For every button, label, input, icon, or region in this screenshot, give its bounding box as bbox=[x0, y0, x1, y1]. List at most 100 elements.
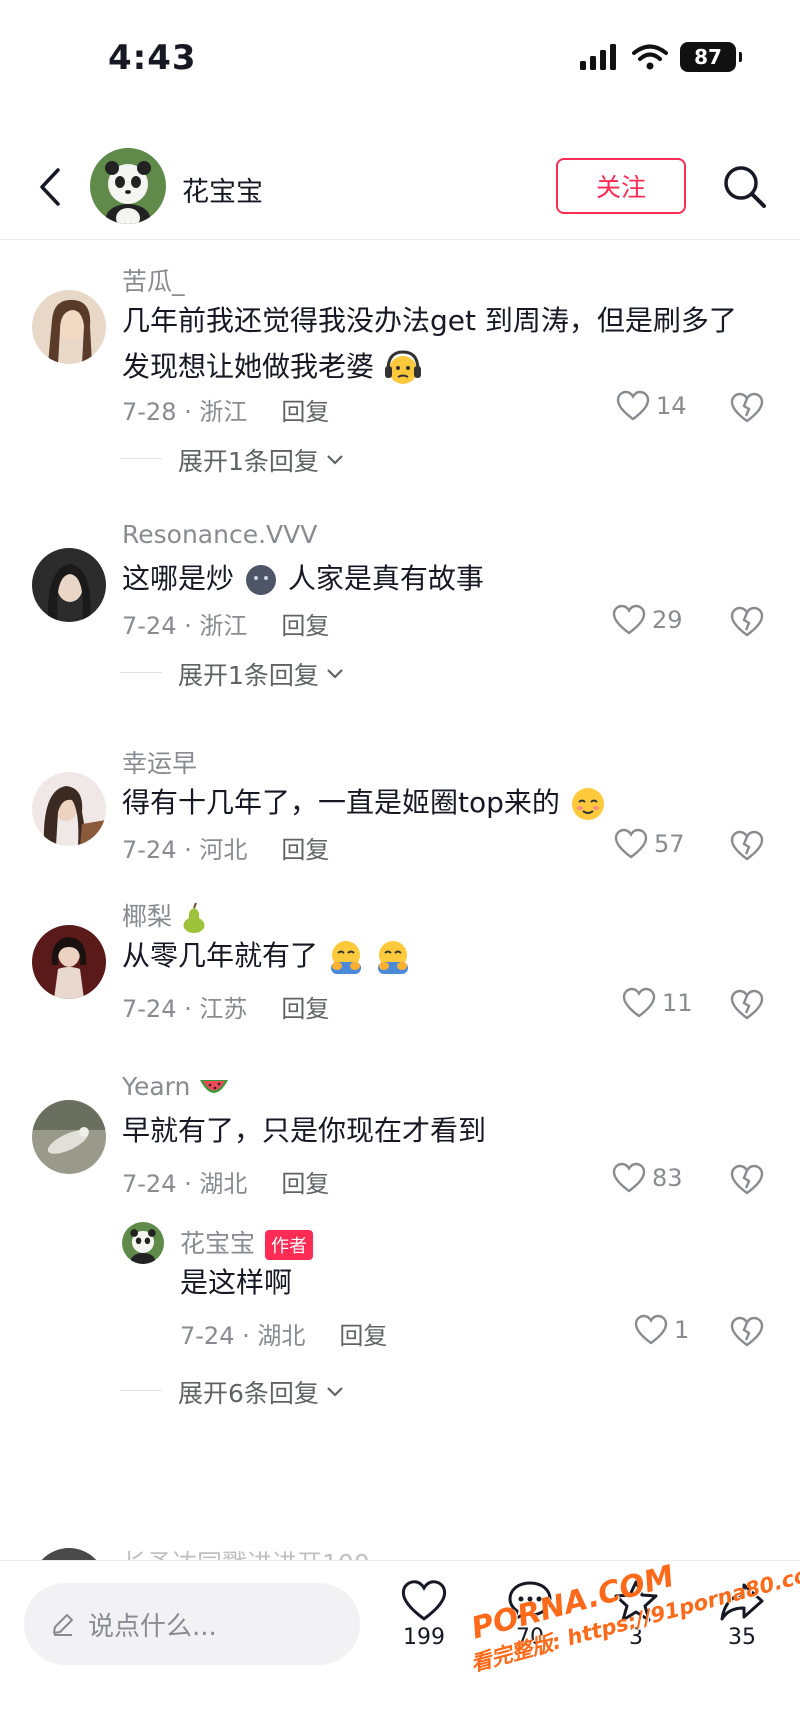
dislike-button[interactable] bbox=[730, 606, 764, 642]
comment-text-body: 早就有了，只是你现在才看到 bbox=[122, 1114, 487, 1147]
comment-meta: 7-28 · 浙江 回复 bbox=[122, 392, 329, 427]
signal-icon bbox=[580, 44, 616, 70]
comments-button[interactable]: 70 bbox=[490, 1579, 570, 1650]
like-button[interactable]: 29 bbox=[612, 604, 683, 636]
comment-meta: 7-24 · 江苏 回复 bbox=[122, 989, 329, 1024]
comment-date: 7-28 · 浙江 bbox=[122, 398, 248, 426]
comment-text-body: 得有十几年了，一直是姬圈top来的 bbox=[122, 786, 560, 819]
avatar[interactable] bbox=[32, 548, 106, 622]
reply-button[interactable]: 回复 bbox=[281, 989, 329, 1024]
heart-outline-icon bbox=[614, 828, 648, 859]
wifi-icon bbox=[632, 44, 668, 70]
expand-replies-label: 展开6条回复 bbox=[178, 1379, 319, 1408]
heart-outline-icon bbox=[616, 390, 650, 421]
dislike-button[interactable] bbox=[730, 1164, 764, 1200]
comment-username[interactable]: 幸运早 bbox=[122, 744, 197, 780]
user-avatar-image bbox=[32, 772, 106, 846]
comment-text-body: 从零几年就有了 bbox=[122, 939, 319, 972]
dislike-button[interactable] bbox=[730, 1316, 764, 1352]
user-avatar-image bbox=[32, 925, 106, 999]
avatar[interactable] bbox=[122, 1222, 164, 1264]
back-button[interactable] bbox=[30, 162, 70, 212]
comment-text-body: 这哪是炒 bbox=[122, 562, 235, 595]
follow-button[interactable]: 关注 bbox=[556, 158, 686, 214]
avatar[interactable] bbox=[32, 925, 106, 999]
comment-count: 70 bbox=[516, 1625, 544, 1650]
pencil-icon bbox=[53, 1614, 73, 1636]
share-button[interactable]: 35 bbox=[702, 1579, 782, 1650]
broken-heart-icon bbox=[730, 1316, 764, 1347]
heart-outline-icon bbox=[634, 1314, 668, 1345]
star-outline-icon bbox=[614, 1580, 658, 1622]
comment-username-text: Yearn bbox=[122, 1072, 191, 1101]
reply-button[interactable]: 回复 bbox=[281, 830, 329, 865]
reply-username[interactable]: 花宝宝 作者 bbox=[180, 1224, 314, 1260]
like-count: 14 bbox=[656, 392, 687, 420]
shy-smile-emoji-icon bbox=[571, 788, 604, 820]
user-avatar-image bbox=[32, 548, 106, 622]
comment-username[interactable]: 椰梨 bbox=[122, 897, 208, 934]
search-button[interactable] bbox=[720, 162, 770, 212]
comment-text: 从零几年就有了 bbox=[122, 933, 762, 979]
favorite-count: 3 bbox=[629, 1625, 643, 1650]
dislike-button[interactable] bbox=[730, 989, 764, 1025]
favorite-button[interactable]: 3 bbox=[596, 1579, 676, 1650]
like-video-button[interactable]: 199 bbox=[384, 1579, 464, 1650]
reply-button[interactable]: 回复 bbox=[281, 1164, 329, 1199]
comment-username[interactable]: 长矛达同戳进进开100 bbox=[122, 1544, 370, 1560]
author-avatar[interactable] bbox=[90, 148, 166, 224]
pear-emoji-icon bbox=[183, 902, 205, 933]
like-count: 83 bbox=[652, 1164, 683, 1192]
expand-replies-button[interactable]: 展开6条回复 bbox=[120, 1374, 345, 1410]
avatar[interactable] bbox=[32, 772, 106, 846]
like-count: 1 bbox=[674, 1316, 690, 1344]
comment-username-text: 椰梨 bbox=[122, 902, 173, 931]
broken-heart-icon bbox=[730, 830, 764, 861]
like-button[interactable]: 57 bbox=[614, 828, 685, 860]
video-like-count: 199 bbox=[403, 1625, 445, 1650]
like-button[interactable]: 83 bbox=[612, 1162, 683, 1194]
like-count: 57 bbox=[654, 830, 685, 858]
like-button[interactable]: 14 bbox=[616, 390, 687, 422]
comment-username[interactable]: Resonance.VVV bbox=[122, 520, 317, 549]
header: 花宝宝 关注 bbox=[0, 140, 800, 240]
user-avatar-image bbox=[32, 1100, 106, 1174]
reply-button[interactable]: 回复 bbox=[281, 606, 329, 641]
divider bbox=[120, 672, 162, 673]
like-button[interactable]: 11 bbox=[622, 987, 693, 1019]
comment-list[interactable]: 苦瓜_ 几年前我还觉得我没办法get 到周涛，但是刷多了发现想让她做我老婆 7-… bbox=[0, 240, 800, 1560]
broken-heart-icon bbox=[730, 989, 764, 1020]
comment-text-body-2: 人家是真有故事 bbox=[287, 562, 484, 595]
avatar[interactable] bbox=[32, 1548, 106, 1560]
comment-username[interactable]: 苦瓜_ bbox=[122, 262, 185, 298]
author-name[interactable]: 花宝宝 bbox=[182, 170, 263, 209]
comment-username[interactable]: Yearn bbox=[122, 1072, 230, 1101]
comment-text-body: 几年前我还觉得我没办法get 到周涛，但是刷多了发现想让她做我老婆 bbox=[122, 304, 737, 383]
avatar[interactable] bbox=[32, 290, 106, 364]
comment-item: 椰梨 从零几年就有了 7-24 · 江苏 回复 11 bbox=[0, 902, 800, 1080]
status-bar: 4:43 87 bbox=[0, 0, 800, 110]
user-avatar-image bbox=[32, 290, 106, 364]
share-count: 35 bbox=[728, 1625, 756, 1650]
like-button[interactable]: 1 bbox=[634, 1314, 689, 1346]
reply-button[interactable]: 回复 bbox=[339, 1316, 387, 1351]
avatar[interactable] bbox=[32, 1100, 106, 1174]
chevron-down-icon bbox=[327, 1387, 343, 1397]
expand-replies-label: 展开1条回复 bbox=[178, 661, 319, 690]
status-icons: 87 bbox=[580, 42, 742, 72]
reply-button[interactable]: 回复 bbox=[281, 392, 329, 427]
dark-face-emoji-icon bbox=[245, 565, 276, 595]
expand-replies-button[interactable]: 展开1条回复 bbox=[120, 656, 345, 692]
dislike-button[interactable] bbox=[730, 392, 764, 428]
search-icon bbox=[724, 166, 766, 208]
expand-replies-button[interactable]: 展开1条回复 bbox=[120, 442, 345, 478]
broken-heart-icon bbox=[730, 392, 764, 423]
battery-indicator: 87 bbox=[680, 42, 742, 72]
broken-heart-icon bbox=[730, 606, 764, 637]
comment-item: 幸运早 得有十几年了，一直是姬圈top来的 7-24 · 河北 回复 57 bbox=[0, 730, 800, 905]
comment-item: Resonance.VVV 这哪是炒 人家是真有故事 7-24 · 浙江 回复 … bbox=[0, 500, 800, 730]
status-time: 4:43 bbox=[108, 38, 197, 78]
comment-input[interactable]: 说点什么... bbox=[24, 1583, 360, 1665]
user-avatar-image bbox=[32, 1548, 106, 1560]
dislike-button[interactable] bbox=[730, 830, 764, 866]
